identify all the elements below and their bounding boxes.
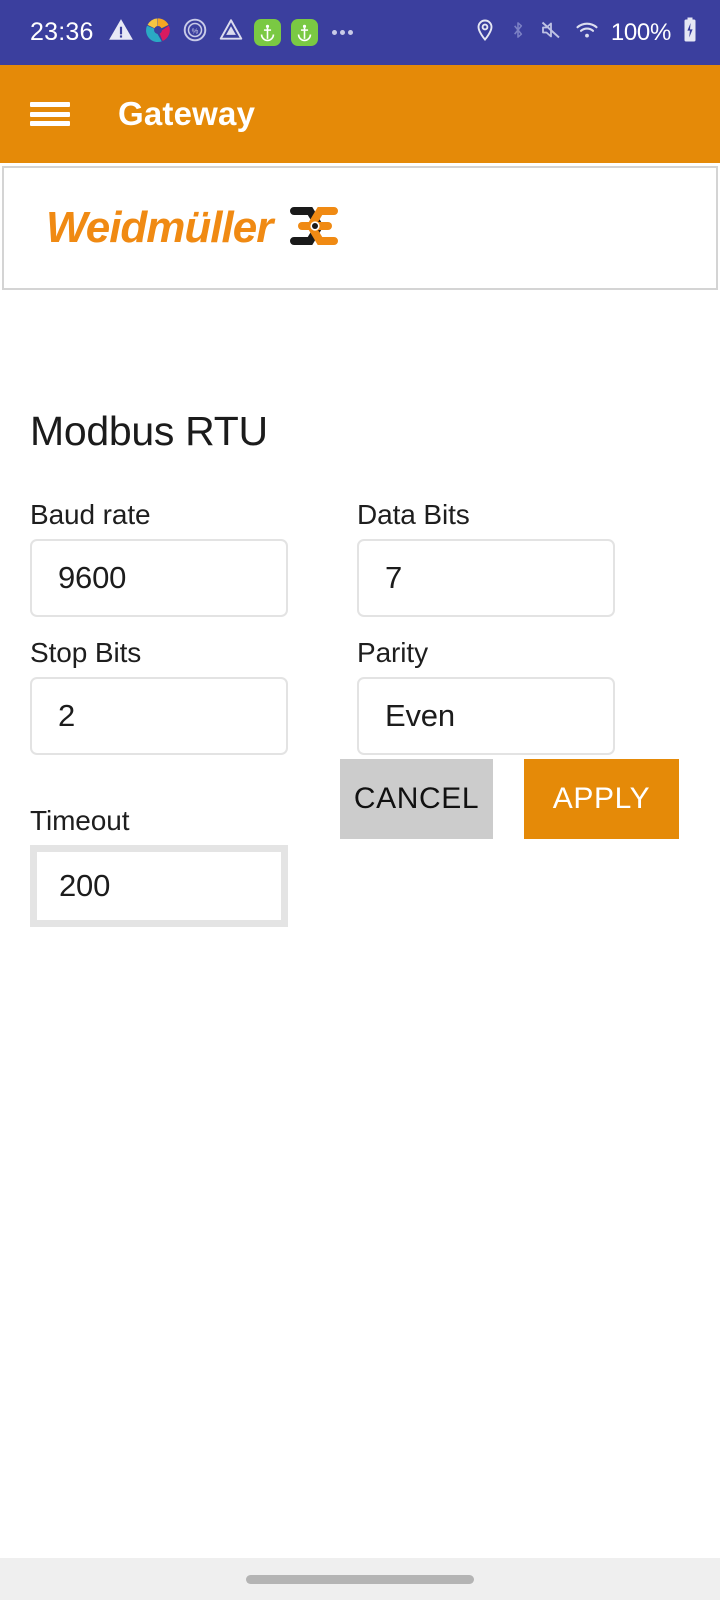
main-content: Modbus RTU Baud rate 9600 Data Bits 7 St… bbox=[0, 290, 720, 1558]
data-bits-input[interactable]: 7 bbox=[357, 539, 615, 617]
warning-triangle-icon bbox=[108, 17, 134, 48]
menu-icon-bar bbox=[30, 111, 70, 117]
field-label: Stop Bits bbox=[30, 637, 142, 668]
anchor-app-icon bbox=[253, 19, 281, 46]
pinwheel-app-icon bbox=[144, 16, 172, 49]
field-data-bits: Data Bits 7 bbox=[357, 495, 615, 617]
field-value: 200 bbox=[59, 868, 111, 903]
more-dots-icon bbox=[331, 30, 353, 35]
page-title: Gateway bbox=[118, 95, 256, 132]
form-row: Stop Bits 2 Parity Even bbox=[0, 633, 720, 755]
battery-icon bbox=[682, 17, 698, 48]
timeout-input[interactable]: 200 bbox=[30, 845, 288, 927]
status-clock: 23:36 bbox=[30, 18, 94, 46]
brand-logo-card: Weidmüller bbox=[2, 166, 718, 290]
field-label: Parity bbox=[357, 637, 428, 668]
stop-bits-input[interactable]: 2 bbox=[30, 677, 288, 755]
status-bar-right: 100% bbox=[473, 17, 698, 48]
circle-percent-icon: % bbox=[182, 17, 208, 48]
app-bar: Gateway bbox=[0, 65, 720, 163]
system-navigation-bar bbox=[0, 1558, 720, 1600]
field-value: 7 bbox=[385, 560, 403, 595]
modbus-rtu-form: Baud rate 9600 Data Bits 7 Stop Bits 2 P… bbox=[0, 495, 720, 927]
triangle-drop-icon bbox=[218, 17, 244, 48]
field-parity: Parity Even bbox=[357, 633, 615, 755]
field-value: Even bbox=[385, 698, 455, 733]
app-root: 23:36 % 100% Gateway Weidmüller Modbus R… bbox=[0, 0, 720, 1600]
svg-text:%: % bbox=[191, 26, 198, 35]
battery-percent-label: 100% bbox=[610, 18, 671, 46]
apply-button[interactable]: APPLY bbox=[524, 759, 679, 839]
field-value: 2 bbox=[58, 698, 76, 733]
brand-wordmark: Weidmüller bbox=[46, 203, 273, 252]
status-bar: 23:36 % 100% bbox=[0, 0, 720, 65]
home-gesture-pill[interactable] bbox=[246, 1574, 474, 1584]
form-actions: CANCEL APPLY bbox=[340, 759, 679, 839]
field-baud-rate: Baud rate 9600 bbox=[30, 495, 288, 617]
bluetooth-icon bbox=[508, 18, 528, 47]
wifi-icon bbox=[574, 18, 600, 47]
field-stop-bits: Stop Bits 2 bbox=[30, 633, 288, 755]
baud-rate-input[interactable]: 9600 bbox=[30, 539, 288, 617]
menu-icon-bar bbox=[30, 102, 70, 107]
menu-icon-bar bbox=[30, 121, 70, 126]
field-label: Baud rate bbox=[30, 499, 151, 530]
mute-icon bbox=[539, 18, 563, 47]
field-label: Timeout bbox=[30, 805, 130, 836]
location-pin-icon bbox=[473, 18, 497, 47]
parity-input[interactable]: Even bbox=[357, 677, 615, 755]
field-value: 9600 bbox=[58, 560, 127, 595]
menu-icon[interactable] bbox=[30, 98, 70, 130]
status-bar-left: 23:36 % bbox=[30, 16, 473, 49]
field-timeout: Timeout 200 bbox=[30, 801, 288, 927]
field-label: Data Bits bbox=[357, 499, 470, 530]
anchor-app-icon bbox=[290, 19, 318, 46]
row-spacer bbox=[0, 617, 720, 633]
cancel-button[interactable]: CANCEL bbox=[340, 759, 493, 839]
section-title: Modbus RTU bbox=[30, 408, 268, 454]
form-row: Baud rate 9600 Data Bits 7 bbox=[0, 495, 720, 617]
weidmueller-logo-mark bbox=[288, 203, 340, 254]
